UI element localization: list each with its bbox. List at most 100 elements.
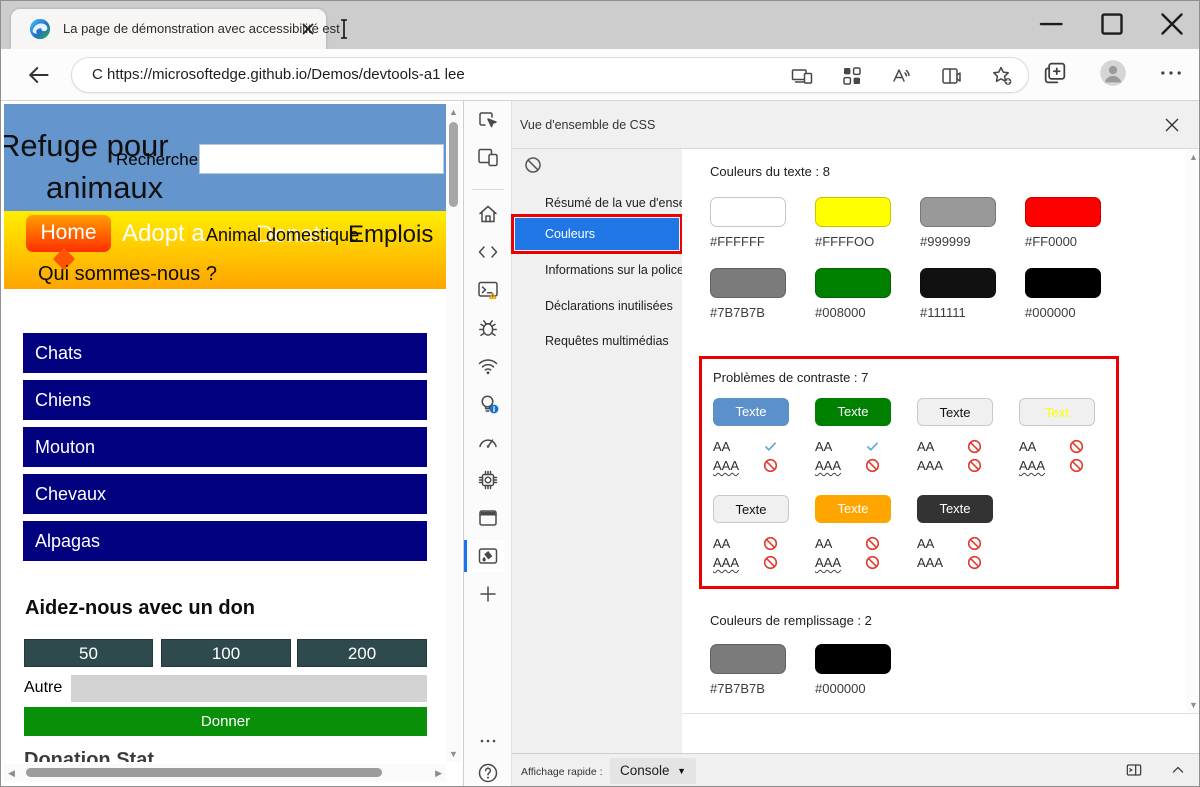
chevron-up-icon[interactable] [1168, 760, 1188, 780]
scroll-thumb-horizontal[interactable] [26, 768, 382, 777]
fill-color-swatch[interactable] [710, 644, 786, 674]
sidebar-item-informations-sur-la-police[interactable]: Informations sur la police [515, 257, 679, 283]
immersive-reader-icon[interactable] [940, 64, 964, 88]
donation-status-heading-clipped: Donation Stat [24, 749, 404, 762]
read-aloud-icon[interactable] [890, 64, 914, 88]
more-icon[interactable] [476, 729, 500, 753]
maximize-button[interactable] [1093, 5, 1131, 43]
devices-icon[interactable] [790, 64, 814, 88]
scroll-down-arrow[interactable]: ▼ [446, 749, 461, 759]
sidebar-item-requ-tes-multim-dias[interactable]: Requêtes multimédias [515, 328, 679, 354]
quick-view-dropdown[interactable]: Console ▼ [610, 758, 696, 784]
network-icon[interactable] [476, 354, 500, 378]
more-menu-icon[interactable] [1157, 59, 1185, 87]
contrast-sample-swatch[interactable]: Texte [815, 495, 891, 523]
contrast-item-4: TextAAAAA [1019, 398, 1121, 495]
content-divider [682, 713, 1200, 714]
contrast-aa-label: AA [713, 536, 749, 551]
contrast-sample-swatch[interactable]: Texte [815, 398, 891, 426]
page-nav: Home Donate Adopt a Animal domestique Em… [4, 211, 446, 289]
clear-overview-icon[interactable] [523, 155, 543, 175]
sources-icon[interactable] [476, 240, 500, 264]
donation-amount-button-200[interactable]: 200 [297, 639, 427, 667]
devtools-scrollbar[interactable]: ▲ ▼ [1186, 149, 1200, 713]
tab-close-icon[interactable] [299, 20, 317, 38]
dock-panel-icon[interactable] [1124, 760, 1144, 780]
nav-item-domestic-animal[interactable]: Animal domestique [206, 225, 359, 246]
text-color-swatch[interactable] [920, 268, 996, 298]
debugger-icon[interactable] [476, 316, 500, 340]
scroll-thumb[interactable] [449, 122, 458, 207]
css-overview-icon[interactable] [476, 544, 500, 568]
application-icon[interactable] [476, 506, 500, 530]
contrast-sample-swatch[interactable]: Texte [713, 398, 789, 426]
page-vertical-scrollbar[interactable]: ▲ ▼ [446, 104, 461, 762]
donation-amount-button-100[interactable]: 100 [161, 639, 291, 667]
issues-icon[interactable] [476, 392, 500, 416]
scroll-left-arrow[interactable]: ◀ [8, 768, 15, 779]
nav-item-jobs[interactable]: Emplois [348, 221, 433, 249]
text-color-swatch[interactable] [710, 197, 786, 227]
fill-color-swatch[interactable] [815, 644, 891, 674]
fail-blocked-icon [763, 555, 778, 570]
contrast-aaa-row: AAA [713, 456, 815, 475]
text-color-swatch[interactable] [815, 268, 891, 298]
contrast-aaa-label: AAA [815, 458, 851, 473]
address-bar[interactable]: C https://microsoftedge.github.io/Demos/… [71, 57, 1029, 93]
close-button[interactable] [1153, 5, 1191, 43]
contrast-sample-swatch[interactable]: Texte [917, 398, 993, 426]
profile-avatar[interactable] [1099, 59, 1127, 87]
category-item-alpagas[interactable]: Alpagas [23, 521, 427, 561]
category-item-chats[interactable]: Chats [23, 333, 427, 373]
home-icon[interactable] [476, 202, 500, 226]
category-item-chevaux[interactable]: Chevaux [23, 474, 427, 514]
devtools-close-icon[interactable] [1162, 115, 1182, 135]
scroll-up-arrow[interactable]: ▲ [446, 107, 461, 117]
scroll-right-arrow[interactable]: ▶ [435, 768, 442, 779]
category-item-mouton[interactable]: Mouton [23, 427, 427, 467]
sidebar-item-r-sum-de-la-vue-d-ensemble[interactable]: Résumé de la vue d'ensemble [515, 190, 679, 216]
back-button[interactable] [25, 61, 53, 89]
sidebar-item-couleurs[interactable]: Couleurs [515, 218, 679, 250]
nav-item-home[interactable]: Home [26, 215, 111, 252]
category-item-chiens[interactable]: Chiens [23, 380, 427, 420]
performance-icon[interactable] [476, 430, 500, 454]
minimize-button[interactable] [1033, 5, 1071, 43]
text-color-swatch[interactable] [815, 197, 891, 227]
contrast-sample-swatch[interactable]: Texte [713, 495, 789, 523]
text-color-swatch[interactable] [710, 268, 786, 298]
search-input[interactable] [199, 144, 444, 174]
fail-blocked-icon [763, 536, 778, 551]
collections-icon[interactable] [1041, 59, 1069, 87]
donation-other-input[interactable] [71, 675, 427, 702]
scroll-down-arrow[interactable]: ▼ [1186, 700, 1200, 710]
contrast-aa-label: AA [815, 439, 851, 454]
fail-blocked-icon [1069, 458, 1084, 473]
nav-item-adopt[interactable]: Adopt a [122, 220, 205, 248]
text-color-swatch[interactable] [920, 197, 996, 227]
favorites-icon[interactable] [990, 64, 1014, 88]
contrast-sample-swatch[interactable]: Text [1019, 398, 1095, 426]
donate-button[interactable]: Donner [24, 707, 427, 736]
page-horizontal-scrollbar[interactable]: ◀ ▶ [4, 764, 446, 782]
text-color-swatch[interactable] [1025, 268, 1101, 298]
contrast-aa-row: AA [917, 534, 1019, 553]
text-color-swatch[interactable] [1025, 197, 1101, 227]
contrast-sample-swatch[interactable]: Texte [917, 495, 993, 523]
apps-grid-icon[interactable] [840, 64, 864, 88]
help-icon[interactable] [476, 761, 500, 785]
contrast-item-6: TexteAAAAA [815, 495, 917, 592]
chevron-down-icon: ▼ [677, 766, 686, 776]
scroll-up-arrow[interactable]: ▲ [1186, 152, 1200, 162]
contrast-aa-label: AA [1019, 439, 1055, 454]
contrast-aa-row: AA [713, 534, 815, 553]
memory-icon[interactable] [476, 468, 500, 492]
donation-amount-button-50[interactable]: 50 [24, 639, 153, 667]
browser-tab[interactable]: La page de démonstration avec accessibil… [11, 9, 326, 49]
device-emulation-icon[interactable] [476, 145, 500, 169]
inspect-icon[interactable] [476, 108, 500, 132]
sidebar-item-d-clarations-inutilis-es[interactable]: Déclarations inutilisées [515, 293, 679, 319]
more-tools-icon[interactable] [476, 582, 500, 606]
console-icon[interactable] [476, 278, 500, 302]
nav-item-about[interactable]: Qui sommes-nous ? [38, 263, 217, 286]
